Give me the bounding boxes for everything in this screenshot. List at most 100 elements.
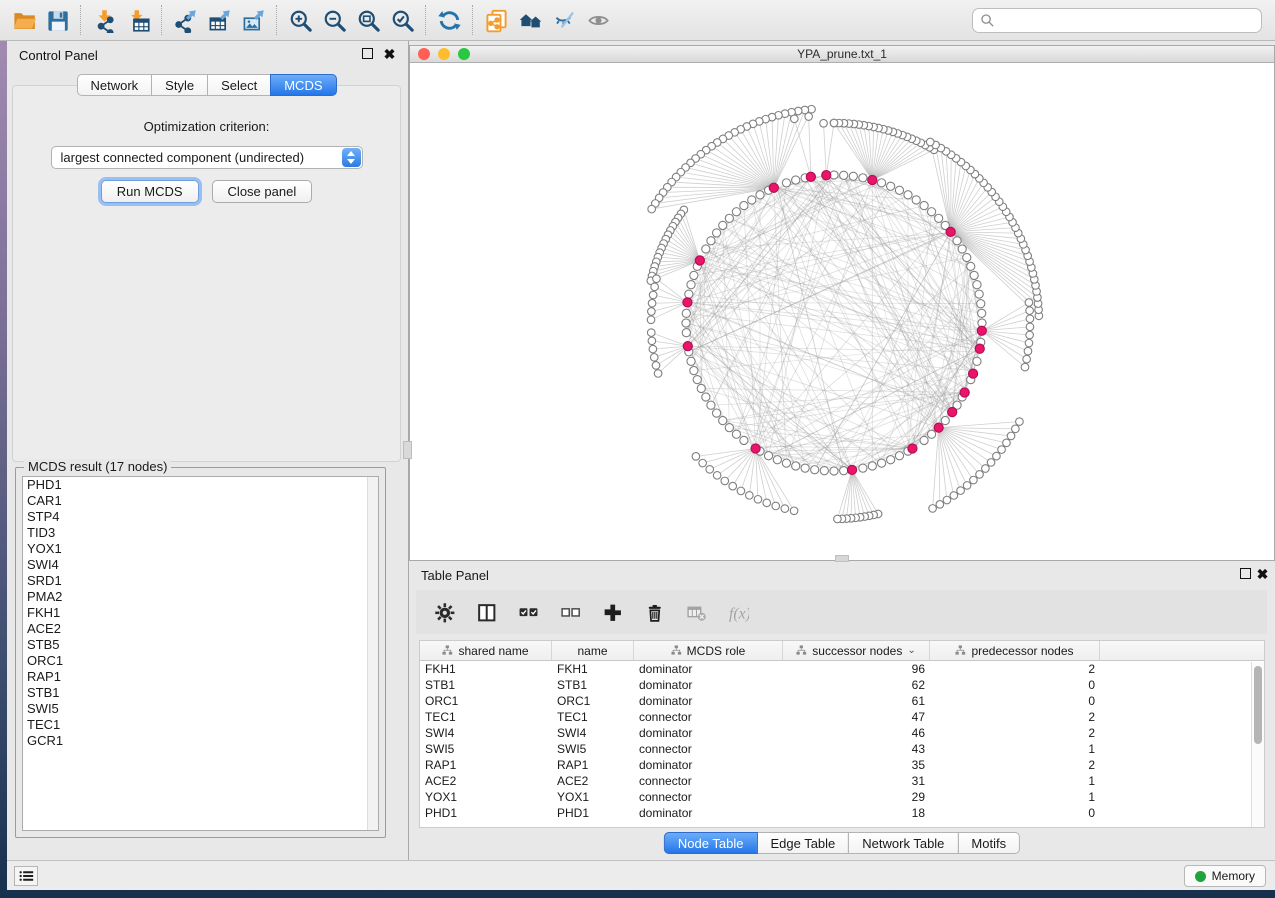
trash-button[interactable]	[642, 600, 666, 624]
table-row[interactable]: ORC1ORC1dominator610	[420, 693, 1264, 709]
del-col-button[interactable]	[684, 600, 708, 624]
export-network-button[interactable]	[168, 4, 202, 36]
table-cell: 35	[783, 758, 930, 772]
search-input[interactable]	[995, 9, 1261, 32]
check-pair-button[interactable]	[516, 600, 540, 624]
column-header-predecessor-nodes[interactable]: predecessor nodes	[930, 641, 1100, 660]
table-row[interactable]: RAP1RAP1dominator352	[420, 757, 1264, 773]
fx-button[interactable]: f(x)	[726, 600, 750, 624]
run-mcds-button[interactable]: Run MCDS	[101, 180, 199, 203]
table-panel-float-icon[interactable]	[1240, 568, 1251, 579]
zoom-selected-button[interactable]	[385, 4, 419, 36]
save-session-button[interactable]	[40, 4, 74, 36]
table-cell: dominator	[634, 662, 783, 676]
column-header-name[interactable]: name	[552, 641, 634, 660]
criterion-dropdown[interactable]: largest connected component (undirected)	[51, 146, 363, 169]
result-list-scrollbar[interactable]	[367, 477, 378, 830]
tab-edge-table[interactable]: Edge Table	[756, 832, 849, 854]
mcds-result-list[interactable]: PHD1CAR1STP4TID3YOX1SWI4SRD1PMA2FKH1ACE2…	[22, 476, 379, 831]
home-view-button[interactable]	[513, 4, 547, 36]
table-row[interactable]: FKH1FKH1dominator962	[420, 661, 1264, 677]
table-cell: 96	[783, 662, 930, 676]
result-node-item[interactable]: SWI4	[23, 557, 378, 573]
result-node-item[interactable]: STP4	[23, 509, 378, 525]
table-row[interactable]: PHD1PHD1dominator180	[420, 805, 1264, 821]
tab-style[interactable]: Style	[151, 74, 208, 96]
close-panel-button[interactable]: Close panel	[212, 180, 313, 203]
uncheck-pair-button[interactable]	[558, 600, 582, 624]
column-header-shared-name[interactable]: shared name	[420, 641, 552, 660]
duplicate-network-button[interactable]	[479, 4, 513, 36]
table-cell: RAP1	[420, 758, 552, 772]
gear-button[interactable]	[432, 600, 456, 624]
result-node-item[interactable]: SWI5	[23, 701, 378, 717]
tab-network-table[interactable]: Network Table	[848, 832, 958, 854]
result-node-item[interactable]: ORC1	[23, 653, 378, 669]
table-scrollbar[interactable]	[1251, 662, 1264, 827]
control-panel-float-icon[interactable]	[362, 48, 373, 59]
result-node-item[interactable]: STB1	[23, 685, 378, 701]
column-header-successor-nodes[interactable]: successor nodes⌄	[783, 641, 930, 660]
result-node-item[interactable]: PMA2	[23, 589, 378, 605]
result-node-item[interactable]: ACE2	[23, 621, 378, 637]
import-table-button[interactable]	[121, 4, 155, 36]
table-row[interactable]: STB1STB1dominator620	[420, 677, 1264, 693]
result-node-item[interactable]: RAP1	[23, 669, 378, 685]
import-network-button[interactable]	[87, 4, 121, 36]
columns-button[interactable]	[474, 600, 498, 624]
task-history-button[interactable]	[14, 866, 38, 886]
result-node-item[interactable]: PHD1	[23, 477, 378, 493]
tab-select[interactable]: Select	[207, 74, 271, 96]
network-canvas[interactable]	[410, 63, 1274, 560]
table-row[interactable]: SWI4SWI4dominator462	[420, 725, 1264, 741]
tab-motifs[interactable]: Motifs	[957, 832, 1020, 854]
table-cell: SWI5	[552, 742, 634, 756]
export-image-icon	[241, 8, 266, 33]
result-node-item[interactable]: CAR1	[23, 493, 378, 509]
export-image-button[interactable]	[236, 4, 270, 36]
search-field[interactable]	[972, 8, 1262, 33]
result-node-item[interactable]: SRD1	[23, 573, 378, 589]
uncheck-pair-icon	[560, 602, 581, 623]
table-row[interactable]: SWI5SWI5connector431	[420, 741, 1264, 757]
result-node-item[interactable]: TID3	[23, 525, 378, 541]
open-file-button[interactable]	[6, 4, 40, 36]
table-cell: FKH1	[552, 662, 634, 676]
tab-node-table[interactable]: Node Table	[664, 832, 758, 854]
refresh-icon	[437, 8, 462, 33]
search-icon	[980, 13, 995, 28]
zoom-out-button[interactable]	[317, 4, 351, 36]
table-cell: STB1	[552, 678, 634, 692]
optimization-criterion-label: Optimization criterion:	[13, 119, 400, 134]
refresh-button[interactable]	[432, 4, 466, 36]
hide-glasses-button[interactable]	[547, 4, 581, 36]
horizontal-splitter-handle[interactable]	[835, 555, 849, 562]
network-window-titlebar[interactable]: YPA_prune.txt_1	[410, 46, 1274, 63]
table-panel-close-icon[interactable]: ✖	[1256, 568, 1269, 581]
export-table-button[interactable]	[202, 4, 236, 36]
column-header-MCDS-role[interactable]: MCDS role	[634, 641, 783, 660]
dropdown-stepper-icon[interactable]	[342, 148, 361, 167]
add-button[interactable]	[600, 600, 624, 624]
result-node-item[interactable]: STB5	[23, 637, 378, 653]
vertical-splitter-handle[interactable]	[403, 441, 412, 459]
attribute-type-icon	[955, 645, 966, 656]
result-node-item[interactable]: YOX1	[23, 541, 378, 557]
memory-button[interactable]: Memory	[1184, 865, 1266, 887]
result-node-item[interactable]: GCR1	[23, 733, 378, 749]
table-scrollbar-thumb[interactable]	[1254, 666, 1262, 744]
zoom-fit-button[interactable]	[351, 4, 385, 36]
zoom-in-button[interactable]	[283, 4, 317, 36]
show-eye-button[interactable]	[581, 4, 615, 36]
table-cell: 43	[783, 742, 930, 756]
table-row[interactable]: YOX1YOX1connector291	[420, 789, 1264, 805]
tab-network[interactable]: Network	[76, 74, 152, 96]
zoom-in-icon	[288, 8, 313, 33]
result-node-item[interactable]: FKH1	[23, 605, 378, 621]
tab-mcds[interactable]: MCDS	[270, 74, 336, 96]
control-panel-title: Control Panel	[19, 48, 98, 63]
control-panel-close-icon[interactable]: ✖	[383, 48, 396, 61]
table-row[interactable]: ACE2ACE2connector311	[420, 773, 1264, 789]
result-node-item[interactable]: TEC1	[23, 717, 378, 733]
table-row[interactable]: TEC1TEC1connector472	[420, 709, 1264, 725]
